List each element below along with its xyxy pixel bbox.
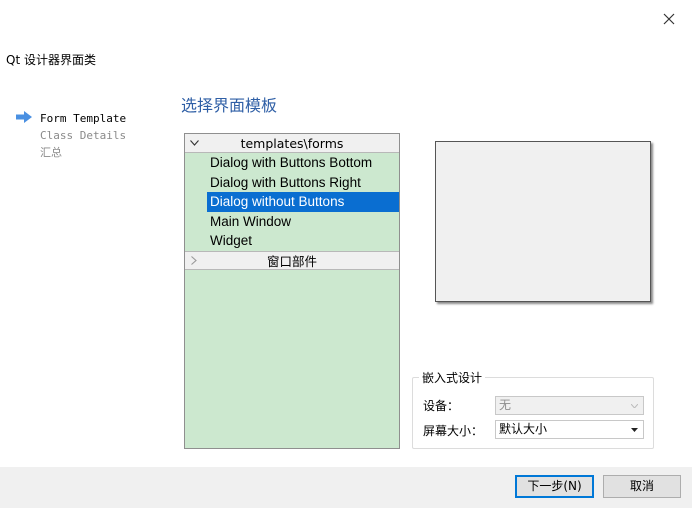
tree-group-label: templates\forms [240, 135, 344, 151]
chevron-right-icon[interactable] [188, 254, 200, 268]
screen-size-value: 默认大小 [499, 422, 548, 436]
tree-group-label: 窗口部件 [266, 253, 317, 269]
step-summary: 汇总 [40, 146, 62, 159]
step-label: Form Template [40, 112, 127, 125]
button-bar: 下一步(N) 取消 [0, 467, 692, 508]
step-form-template: Form Template [16, 110, 126, 127]
wizard-steps: Form Template Class Details 汇总 [16, 110, 126, 161]
template-tree[interactable]: templates\forms Dialog with Buttons Bott… [184, 133, 400, 449]
current-step-arrow-icon [16, 110, 40, 128]
close-button[interactable] [656, 6, 682, 32]
device-combo: 无 [495, 396, 644, 415]
tree-item-main-window[interactable]: Main Window [185, 212, 399, 232]
tree-group-templates-forms[interactable]: templates\forms [185, 134, 399, 153]
tree-item-dialog-without-buttons[interactable]: Dialog without Buttons [207, 192, 399, 212]
wizard-title: Qt 设计器界面类 [6, 53, 96, 67]
cancel-button[interactable]: 取消 [603, 475, 681, 498]
tree-item-widget[interactable]: Widget [185, 231, 399, 251]
step-class-details: Class Details [40, 129, 127, 142]
tree-group-widgets[interactable]: 窗口部件 [185, 250, 399, 270]
device-label: 设备： [423, 399, 460, 413]
section-title: 选择界面模板 [181, 96, 278, 115]
dropdown-arrow-icon[interactable] [629, 421, 639, 438]
next-button[interactable]: 下一步(N) [515, 475, 594, 498]
chevron-down-icon [629, 397, 639, 414]
screen-size-combo[interactable]: 默认大小 [495, 420, 644, 439]
tree-item-dialog-buttons-right[interactable]: Dialog with Buttons Right [185, 173, 399, 193]
screen-size-label: 屏幕大小： [423, 424, 484, 438]
embedded-design-group: 嵌入式设计 设备： 无 屏幕大小： 默认大小 [412, 369, 654, 449]
template-preview [435, 141, 651, 302]
embedded-design-legend: 嵌入式设计 [419, 369, 486, 386]
device-value: 无 [499, 398, 512, 412]
close-icon [663, 13, 675, 25]
chevron-down-icon[interactable] [188, 136, 200, 150]
tree-item-dialog-buttons-bottom[interactable]: Dialog with Buttons Bottom [185, 153, 399, 173]
